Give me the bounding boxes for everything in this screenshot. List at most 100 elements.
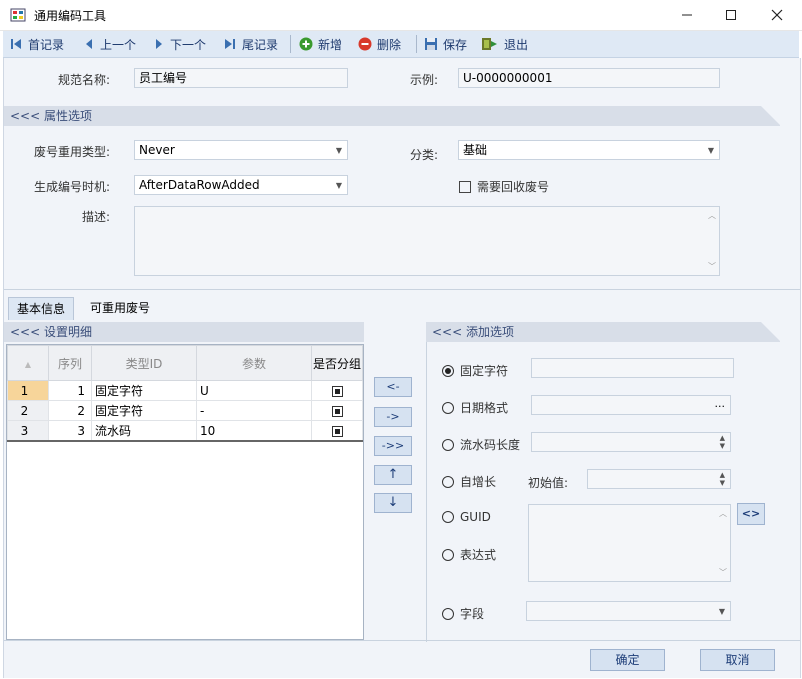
radio-auto-increment[interactable] [442,475,454,488]
radio-expression[interactable] [442,548,454,561]
cell-group[interactable] [311,380,363,401]
recycle-checkbox[interactable]: 需要回收废号 [459,178,549,195]
gen-time-select[interactable]: AfterDataRowAdded ▼ [134,175,348,195]
move-up-button[interactable]: ↑ [374,465,412,485]
cell-type[interactable]: 固定字符 [91,400,197,421]
move-left-button[interactable]: <- [374,377,412,397]
move-all-right-button[interactable]: ->> [374,436,412,456]
reuse-type-value: Never [139,143,175,157]
close-button[interactable] [754,0,800,30]
option-field[interactable]: 字段 [442,605,484,622]
row-header[interactable]: 1 [7,380,49,401]
table-row[interactable]: 2 2 固定字符 - [7,400,363,421]
option-auto-increment-label: 自增长 [460,475,497,489]
scroll-down-icon[interactable]: ﹀ [708,261,716,272]
delete-icon [358,37,372,51]
cell-seq[interactable]: 1 [48,380,92,401]
reuse-type-label: 废号重用类型: [34,145,111,159]
chevron-down-icon: ▼ [718,607,725,616]
cell-group[interactable] [311,420,363,442]
option-serial-length-label: 流水码长度 [460,438,521,452]
column-header-type[interactable]: 类型ID [91,345,197,381]
table-row[interactable]: 3 3 流水码 10 [7,420,363,442]
option-guid[interactable]: GUID [442,510,491,524]
group-checkbox[interactable] [331,425,343,437]
add-button[interactable]: 新增 [299,34,342,54]
tab-reusable[interactable]: 可重用废号 [78,297,162,320]
last-record-button[interactable]: 尾记录 [223,34,278,54]
spin-up-icon[interactable]: ▲ [720,435,725,442]
column-header-group[interactable]: 是否分组 [311,345,363,381]
properties-band[interactable]: <<< 属性选项 [4,106,781,126]
group-checkbox[interactable] [331,385,343,397]
cell-param[interactable]: - [196,400,312,421]
scroll-up-icon[interactable]: ︿ [719,508,727,519]
cell-type[interactable]: 固定字符 [91,380,197,401]
tab-basic-info[interactable]: 基本信息 [8,297,74,320]
add-options-band[interactable]: <<< 添加选项 [426,322,781,342]
category-select[interactable]: 基础 ▼ [458,140,720,160]
scroll-down-icon[interactable]: ﹀ [719,567,727,578]
radio-fixed-char[interactable] [442,364,454,377]
cell-seq[interactable]: 2 [48,400,92,421]
radio-field[interactable] [442,607,454,620]
save-button[interactable]: 保存 [424,34,467,54]
first-record-button[interactable]: 首记录 [9,34,64,54]
move-right-button[interactable]: -> [374,407,412,427]
detail-band[interactable]: <<< 设置明细 [4,322,364,342]
cancel-button[interactable]: 取消 [700,649,775,671]
option-fixed-char[interactable]: 固定字符 [442,362,508,379]
detail-grid[interactable]: ▲ 序列 类型ID 参数 是否分组 1 1 固定字符 U 2 2 固定字符 - … [6,344,364,640]
spin-up-icon[interactable]: ▲ [720,472,725,479]
column-header-seq[interactable]: 序列 [48,345,92,381]
add-options-band-label: <<< 添加选项 [432,325,514,339]
field-select[interactable]: ▼ [526,601,731,621]
next-button[interactable]: 下一个 [153,34,206,54]
spin-down-icon[interactable]: ▼ [720,480,725,487]
ellipsis-button[interactable]: ... [715,397,726,411]
desc-textarea[interactable]: ︿ ﹀ [134,206,720,276]
chevron-down-icon: ▼ [707,146,714,155]
option-expression[interactable]: 表达式 [442,546,496,563]
cell-group[interactable] [311,400,363,421]
fixed-char-input[interactable] [531,358,734,378]
prev-icon [86,39,92,49]
category-label: 分类: [410,148,439,162]
move-down-button[interactable]: ↓ [374,493,412,513]
date-format-input[interactable]: ... [531,395,731,415]
radio-serial-length[interactable] [442,438,454,451]
cell-type[interactable]: 流水码 [91,420,197,442]
prev-button[interactable]: 上一个 [83,34,136,54]
ok-button[interactable]: 确定 [590,649,665,671]
exit-button[interactable]: 退出 [481,34,528,54]
reuse-type-select[interactable]: Never ▼ [134,140,348,160]
expression-textarea[interactable]: ︿ ﹀ [528,504,731,582]
radio-date-format[interactable] [442,401,454,414]
minimize-button[interactable] [664,0,710,30]
maximize-button[interactable] [708,0,754,30]
spin-down-icon[interactable]: ▼ [720,443,725,450]
row-header[interactable]: 2 [7,400,49,421]
table-row[interactable]: 1 1 固定字符 U [7,380,363,401]
next-label: 下一个 [170,37,207,52]
example-field[interactable]: U-0000000001 [458,68,720,88]
cell-seq[interactable]: 3 [48,420,92,442]
main-panel: 规范名称: 员工编号 示例: U-0000000001 <<< 属性选项 废号重… [3,58,801,678]
delete-button[interactable]: 删除 [358,34,401,54]
row-header[interactable]: 3 [7,420,49,442]
serial-length-spinner[interactable]: ▲ ▼ [531,432,731,452]
group-checkbox[interactable] [331,405,343,417]
spec-name-field[interactable]: 员工编号 [134,68,348,88]
scroll-up-icon[interactable]: ︿ [708,210,716,221]
option-auto-increment[interactable]: 自增长 [442,473,496,490]
cell-param[interactable]: U [196,380,312,401]
last-record-icon [225,39,235,49]
expression-builder-button[interactable]: <> [737,503,765,525]
example-label: 示例: [410,73,439,87]
initial-value-spinner[interactable]: ▲ ▼ [587,469,731,489]
option-date-format[interactable]: 日期格式 [442,399,508,416]
radio-guid[interactable] [442,511,454,523]
cell-param[interactable]: 10 [196,420,312,442]
column-header-param[interactable]: 参数 [196,345,312,381]
option-serial-length[interactable]: 流水码长度 [442,436,520,453]
